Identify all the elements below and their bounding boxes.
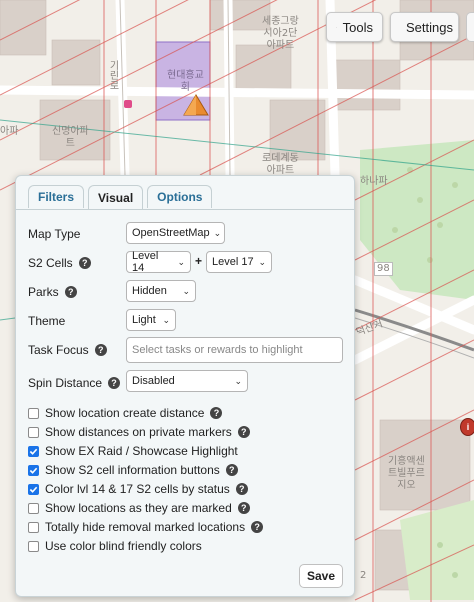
parks-label: Parks xyxy=(28,285,59,299)
checkbox-row[interactable]: Show locations as they are marked? xyxy=(28,501,250,515)
map-label: 기흥액센 트빌푸르 지오 xyxy=(388,456,425,491)
settings-label: Settings xyxy=(406,19,453,35)
chevron-down-icon: ⌄ xyxy=(258,256,266,267)
task-focus-row: Task Focus ? xyxy=(28,343,107,357)
checkbox-unchecked[interactable] xyxy=(28,521,39,533)
map-type-select[interactable]: OpenStreetMap ⌄ xyxy=(126,222,225,244)
chevron-down-icon: ⌄ xyxy=(162,314,170,325)
poi-marker-icon[interactable] xyxy=(183,94,209,116)
settings-panel: Filters Visual Options Map Type OpenStre… xyxy=(15,175,355,597)
map-label: 세종그랑 시아2단 아파트 xyxy=(262,16,299,51)
help-icon[interactable]: ? xyxy=(108,377,121,389)
checkbox-label: Show location create distance xyxy=(45,406,205,420)
checkbox-row[interactable]: Use color blind friendly colors xyxy=(28,539,202,553)
checkmark-icon xyxy=(29,467,38,474)
s2-level-2-value: Level 17 xyxy=(212,256,254,268)
map-label: 신명아파 트 xyxy=(52,126,89,149)
parks-value: Hidden xyxy=(132,285,167,297)
help-icon[interactable]: ? xyxy=(237,426,250,438)
task-focus-label: Task Focus xyxy=(28,343,89,357)
map-type-row: Map Type xyxy=(28,227,80,241)
spin-distance-row: Spin Distance ? xyxy=(28,376,121,390)
map-label: 기린로 xyxy=(107,60,118,90)
checkbox-label: Show S2 cell information buttons xyxy=(45,463,220,477)
help-icon[interactable]: ? xyxy=(251,521,264,533)
checkbox-unchecked[interactable] xyxy=(28,426,39,438)
s2-level-select-1[interactable]: Level 14 ⌄ xyxy=(126,250,191,274)
map-label: 하나파 xyxy=(360,176,388,187)
s2-cells-label: S2 Cells xyxy=(28,256,73,270)
checkbox-unchecked[interactable] xyxy=(28,502,39,514)
s2-cells-row: S2 Cells ? xyxy=(28,256,91,270)
checkbox-row[interactable]: Show S2 cell information buttons? xyxy=(28,463,238,477)
tools-button[interactable]: Tools xyxy=(326,12,383,42)
map-edge-strip xyxy=(466,12,474,42)
checkbox-unchecked[interactable] xyxy=(28,407,39,419)
spin-distance-select[interactable]: Disabled ⌄ xyxy=(126,370,248,392)
checkbox-row[interactable]: Show distances on private markers? xyxy=(28,425,250,439)
tab-bar: Filters Visual Options xyxy=(28,185,213,209)
checkbox-label: Totally hide removal marked locations xyxy=(45,520,246,534)
checkbox-row[interactable]: Color lvl 14 & 17 S2 cells by status? xyxy=(28,482,248,496)
theme-row: Theme xyxy=(28,314,65,328)
tab-options[interactable]: Options xyxy=(147,185,213,208)
checkbox-label: Use color blind friendly colors xyxy=(45,539,202,553)
checkmark-icon xyxy=(29,486,38,493)
checkbox-row[interactable]: Totally hide removal marked locations? xyxy=(28,520,264,534)
chevron-down-icon: ⌄ xyxy=(234,375,242,386)
parks-row: Parks ? xyxy=(28,285,77,299)
tab-filters[interactable]: Filters xyxy=(28,185,85,208)
tab-divider xyxy=(16,209,354,210)
help-icon[interactable]: ? xyxy=(237,502,250,514)
map-label: 2 xyxy=(360,570,367,581)
checkbox-label: Show EX Raid / Showcase Highlight xyxy=(45,444,238,458)
map-label: 98 xyxy=(374,262,393,276)
chevron-down-icon: ⌄ xyxy=(177,256,185,267)
s2-plus-sign: + xyxy=(195,254,203,268)
task-focus-input[interactable]: Select tasks or rewards to highlight xyxy=(126,337,343,363)
spin-distance-value: Disabled xyxy=(132,375,175,387)
checkbox-checked[interactable] xyxy=(28,464,39,476)
checkbox-row[interactable]: Show location create distance? xyxy=(28,406,223,420)
chevron-down-icon: ⌄ xyxy=(213,227,222,238)
map-type-label: Map Type xyxy=(28,227,81,241)
map-label: 로데계동 아파트 xyxy=(262,153,299,176)
parks-select[interactable]: Hidden ⌄ xyxy=(126,280,196,302)
wrench-icon xyxy=(336,26,337,28)
tab-visual[interactable]: Visual xyxy=(88,185,144,209)
help-icon[interactable]: ? xyxy=(235,483,248,495)
checkbox-label: Show distances on private markers xyxy=(45,425,232,439)
info-marker-icon[interactable]: i xyxy=(460,418,474,436)
s2-level-1-value: Level 14 xyxy=(132,250,159,274)
chevron-down-icon: ⌄ xyxy=(182,285,190,296)
checkbox-label: Color lvl 14 & 17 S2 cells by status xyxy=(45,482,230,496)
tools-label: Tools xyxy=(342,19,373,35)
spin-distance-label: Spin Distance xyxy=(28,376,103,390)
pink-square-marker[interactable] xyxy=(124,100,132,108)
theme-select[interactable]: Light ⌄ xyxy=(126,309,176,331)
help-icon[interactable]: ? xyxy=(94,344,107,356)
checkbox-checked[interactable] xyxy=(28,445,39,457)
settings-button[interactable]: Settings xyxy=(390,12,459,42)
help-icon[interactable]: ? xyxy=(225,464,238,476)
save-button[interactable]: Save xyxy=(299,564,343,588)
map-label: 현대흥교 회 xyxy=(167,70,204,93)
theme-value: Light xyxy=(132,314,156,326)
theme-label: Theme xyxy=(28,314,66,328)
help-icon[interactable]: ? xyxy=(64,286,77,298)
help-icon[interactable]: ? xyxy=(210,407,223,419)
checkmark-icon xyxy=(29,448,38,455)
task-focus-placeholder: Select tasks or rewards to highlight xyxy=(132,344,303,356)
map-label: 아파 xyxy=(0,126,19,137)
checkbox-label: Show locations as they are marked xyxy=(45,501,232,515)
checkbox-checked[interactable] xyxy=(28,483,39,495)
map-type-value: OpenStreetMap xyxy=(132,227,210,239)
checkbox-unchecked[interactable] xyxy=(28,540,39,552)
help-icon[interactable]: ? xyxy=(78,257,91,269)
s2-level-select-2[interactable]: Level 17 ⌄ xyxy=(206,251,272,273)
checkbox-row[interactable]: Show EX Raid / Showcase Highlight xyxy=(28,444,238,458)
